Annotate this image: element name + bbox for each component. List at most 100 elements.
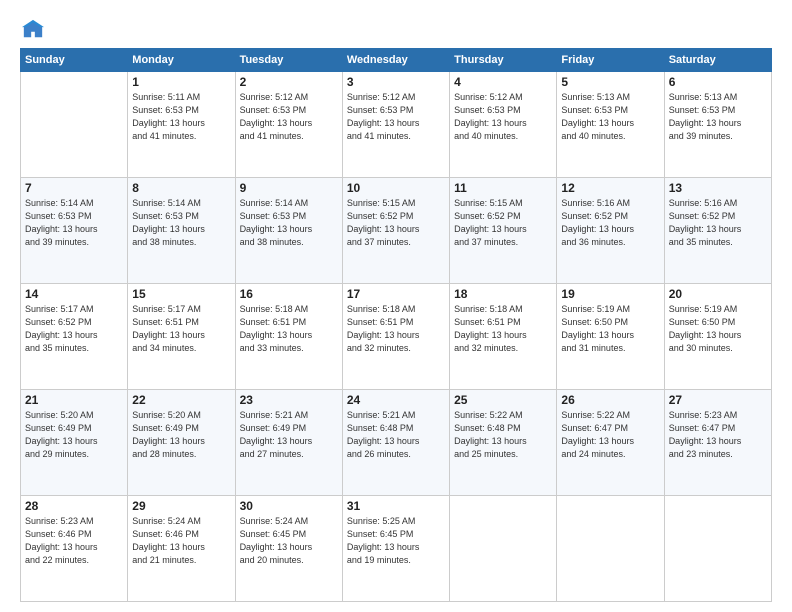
calendar-cell: 10 Sunrise: 5:15 AM Sunset: 6:52 PM Dayli…: [342, 178, 449, 284]
calendar-week-row: 21Sunrise: 5:20 AM Sunset: 6:49 PM Dayli…: [21, 390, 772, 496]
calendar-cell: 7Sunrise: 5:14 AM Sunset: 6:53 PM Daylig…: [21, 178, 128, 284]
calendar-cell: 3 Sunrise: 5:12 AM Sunset: 6:53 PM Daylig…: [342, 72, 449, 178]
calendar-cell: 22 Sunrise: 5:20 AM Sunset: 6:49 PM Dayli…: [128, 390, 235, 496]
calendar-cell: 8 Sunrise: 5:14 AM Sunset: 6:53 PM Daylig…: [128, 178, 235, 284]
day-number: 27: [669, 393, 767, 407]
cell-info: Sunrise: 5:13 AM Sunset: 6:53 PM Dayligh…: [669, 91, 767, 143]
calendar-cell: 29 Sunrise: 5:24 AM Sunset: 6:46 PM Dayli…: [128, 496, 235, 602]
calendar-cell: [664, 496, 771, 602]
cell-info: Sunrise: 5:23 AM Sunset: 6:46 PM Dayligh…: [25, 515, 123, 567]
calendar-cell: 31Sunrise: 5:25 AM Sunset: 6:45 PM Dayli…: [342, 496, 449, 602]
calendar-body: 1 Sunrise: 5:11 AM Sunset: 6:53 PM Daylig…: [21, 72, 772, 602]
day-number: 23: [240, 393, 338, 407]
day-number: 15: [132, 287, 230, 301]
calendar-cell: 30 Sunrise: 5:24 AM Sunset: 6:45 PM Dayli…: [235, 496, 342, 602]
calendar-cell: 14 Sunrise: 5:17 AM Sunset: 6:52 PM Dayli…: [21, 284, 128, 390]
day-number: 5: [561, 75, 659, 89]
day-of-week-header: Saturday: [664, 49, 771, 72]
calendar-cell: 19 Sunrise: 5:19 AM Sunset: 6:50 PM Dayli…: [557, 284, 664, 390]
calendar-week-row: 1 Sunrise: 5:11 AM Sunset: 6:53 PM Daylig…: [21, 72, 772, 178]
calendar-cell: 13Sunrise: 5:16 AM Sunset: 6:52 PM Dayli…: [664, 178, 771, 284]
cell-info: Sunrise: 5:14 AM Sunset: 6:53 PM Dayligh…: [240, 197, 338, 249]
day-number: 3: [347, 75, 445, 89]
cell-info: Sunrise: 5:12 AM Sunset: 6:53 PM Dayligh…: [454, 91, 552, 143]
calendar-cell: 1 Sunrise: 5:11 AM Sunset: 6:53 PM Daylig…: [128, 72, 235, 178]
calendar-cell: 5 Sunrise: 5:13 AM Sunset: 6:53 PM Daylig…: [557, 72, 664, 178]
cell-info: Sunrise: 5:12 AM Sunset: 6:53 PM Dayligh…: [347, 91, 445, 143]
cell-info: Sunrise: 5:15 AM Sunset: 6:52 PM Dayligh…: [347, 197, 445, 249]
cell-info: Sunrise: 5:16 AM Sunset: 6:52 PM Dayligh…: [561, 197, 659, 249]
day-of-week-header: Thursday: [450, 49, 557, 72]
cell-info: Sunrise: 5:19 AM Sunset: 6:50 PM Dayligh…: [669, 303, 767, 355]
cell-info: Sunrise: 5:20 AM Sunset: 6:49 PM Dayligh…: [25, 409, 123, 461]
cell-info: Sunrise: 5:18 AM Sunset: 6:51 PM Dayligh…: [240, 303, 338, 355]
header: [20, 18, 772, 40]
cell-info: Sunrise: 5:24 AM Sunset: 6:45 PM Dayligh…: [240, 515, 338, 567]
calendar-cell: 2Sunrise: 5:12 AM Sunset: 6:53 PM Daylig…: [235, 72, 342, 178]
day-of-week-header: Tuesday: [235, 49, 342, 72]
cell-info: Sunrise: 5:20 AM Sunset: 6:49 PM Dayligh…: [132, 409, 230, 461]
day-number: 6: [669, 75, 767, 89]
page: SundayMondayTuesdayWednesdayThursdayFrid…: [0, 0, 792, 612]
calendar-cell: 18 Sunrise: 5:18 AM Sunset: 6:51 PM Dayli…: [450, 284, 557, 390]
calendar-cell: 20Sunrise: 5:19 AM Sunset: 6:50 PM Dayli…: [664, 284, 771, 390]
day-number: 25: [454, 393, 552, 407]
day-number: 9: [240, 181, 338, 195]
calendar-week-row: 28Sunrise: 5:23 AM Sunset: 6:46 PM Dayli…: [21, 496, 772, 602]
day-number: 7: [25, 181, 123, 195]
day-number: 18: [454, 287, 552, 301]
day-number: 10: [347, 181, 445, 195]
day-number: 1: [132, 75, 230, 89]
cell-info: Sunrise: 5:24 AM Sunset: 6:46 PM Dayligh…: [132, 515, 230, 567]
calendar-cell: 17 Sunrise: 5:18 AM Sunset: 6:51 PM Dayli…: [342, 284, 449, 390]
calendar-cell: 26Sunrise: 5:22 AM Sunset: 6:47 PM Dayli…: [557, 390, 664, 496]
day-number: 11: [454, 181, 552, 195]
calendar-cell: 25 Sunrise: 5:22 AM Sunset: 6:48 PM Dayli…: [450, 390, 557, 496]
day-number: 12: [561, 181, 659, 195]
day-number: 14: [25, 287, 123, 301]
calendar-cell: 24Sunrise: 5:21 AM Sunset: 6:48 PM Dayli…: [342, 390, 449, 496]
calendar-cell: 9 Sunrise: 5:14 AM Sunset: 6:53 PM Daylig…: [235, 178, 342, 284]
cell-info: Sunrise: 5:13 AM Sunset: 6:53 PM Dayligh…: [561, 91, 659, 143]
calendar-cell: [21, 72, 128, 178]
day-number: 13: [669, 181, 767, 195]
day-number: 4: [454, 75, 552, 89]
calendar-cell: 23 Sunrise: 5:21 AM Sunset: 6:49 PM Dayli…: [235, 390, 342, 496]
cell-info: Sunrise: 5:21 AM Sunset: 6:48 PM Dayligh…: [347, 409, 445, 461]
logo-icon: [22, 18, 44, 40]
cell-info: Sunrise: 5:18 AM Sunset: 6:51 PM Dayligh…: [347, 303, 445, 355]
cell-info: Sunrise: 5:22 AM Sunset: 6:47 PM Dayligh…: [561, 409, 659, 461]
cell-info: Sunrise: 5:23 AM Sunset: 6:47 PM Dayligh…: [669, 409, 767, 461]
cell-info: Sunrise: 5:18 AM Sunset: 6:51 PM Dayligh…: [454, 303, 552, 355]
day-of-week-header: Sunday: [21, 49, 128, 72]
calendar-cell: [557, 496, 664, 602]
cell-info: Sunrise: 5:17 AM Sunset: 6:52 PM Dayligh…: [25, 303, 123, 355]
cell-info: Sunrise: 5:21 AM Sunset: 6:49 PM Dayligh…: [240, 409, 338, 461]
calendar-header-row: SundayMondayTuesdayWednesdayThursdayFrid…: [21, 49, 772, 72]
day-number: 29: [132, 499, 230, 513]
calendar-cell: 15Sunrise: 5:17 AM Sunset: 6:51 PM Dayli…: [128, 284, 235, 390]
day-number: 17: [347, 287, 445, 301]
day-of-week-header: Monday: [128, 49, 235, 72]
cell-info: Sunrise: 5:19 AM Sunset: 6:50 PM Dayligh…: [561, 303, 659, 355]
day-number: 8: [132, 181, 230, 195]
cell-info: Sunrise: 5:22 AM Sunset: 6:48 PM Dayligh…: [454, 409, 552, 461]
day-number: 30: [240, 499, 338, 513]
calendar-cell: 28Sunrise: 5:23 AM Sunset: 6:46 PM Dayli…: [21, 496, 128, 602]
cell-info: Sunrise: 5:14 AM Sunset: 6:53 PM Dayligh…: [132, 197, 230, 249]
cell-info: Sunrise: 5:15 AM Sunset: 6:52 PM Dayligh…: [454, 197, 552, 249]
day-number: 19: [561, 287, 659, 301]
calendar-cell: 16 Sunrise: 5:18 AM Sunset: 6:51 PM Dayli…: [235, 284, 342, 390]
cell-info: Sunrise: 5:11 AM Sunset: 6:53 PM Dayligh…: [132, 91, 230, 143]
calendar-cell: 6 Sunrise: 5:13 AM Sunset: 6:53 PM Daylig…: [664, 72, 771, 178]
calendar-week-row: 14 Sunrise: 5:17 AM Sunset: 6:52 PM Dayli…: [21, 284, 772, 390]
day-number: 31: [347, 499, 445, 513]
calendar-cell: 21Sunrise: 5:20 AM Sunset: 6:49 PM Dayli…: [21, 390, 128, 496]
calendar-cell: [450, 496, 557, 602]
calendar-cell: 4 Sunrise: 5:12 AM Sunset: 6:53 PM Daylig…: [450, 72, 557, 178]
logo: [20, 18, 44, 40]
day-number: 22: [132, 393, 230, 407]
calendar-cell: 11 Sunrise: 5:15 AM Sunset: 6:52 PM Dayli…: [450, 178, 557, 284]
day-of-week-header: Wednesday: [342, 49, 449, 72]
day-number: 16: [240, 287, 338, 301]
